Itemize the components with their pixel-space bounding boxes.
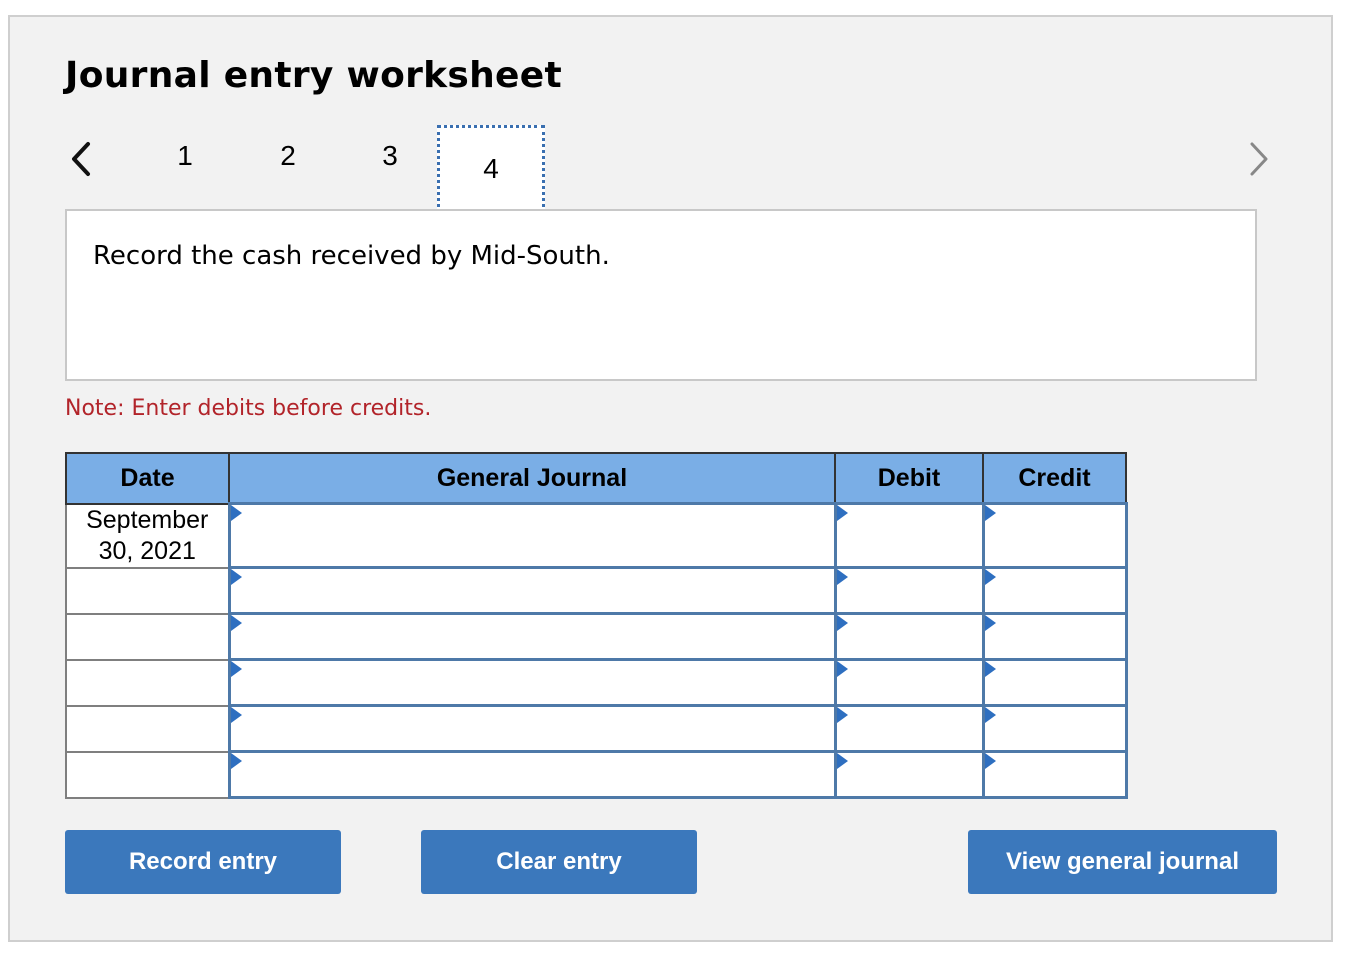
table-row [65,612,1128,661]
header-credit: Credit [982,452,1127,505]
debit-input-cell[interactable] [833,612,985,661]
table-row [65,566,1128,615]
dropdown-indicator-icon [230,569,242,585]
account-select-cell[interactable] [227,704,837,753]
debit-input-cell[interactable] [833,704,985,753]
credit-input-cell[interactable] [981,750,1128,799]
dropdown-indicator-icon [836,505,848,521]
dropdown-indicator-icon [984,569,996,585]
dropdown-indicator-icon [836,615,848,631]
credit-input-cell[interactable] [981,612,1128,661]
dropdown-indicator-icon [836,569,848,585]
dropdown-indicator-icon [836,661,848,677]
account-select-cell[interactable] [227,502,837,569]
chevron-right-icon [1250,142,1268,176]
dropdown-indicator-icon [230,615,242,631]
dropdown-indicator-icon [836,753,848,769]
dropdown-indicator-icon [230,707,242,723]
dropdown-indicator-icon [230,505,242,521]
account-select-cell[interactable] [227,750,837,799]
credit-input-cell[interactable] [981,502,1128,569]
account-select-cell[interactable] [227,658,837,707]
table-header-row: Date General Journal Debit Credit [65,452,1127,505]
table-row [65,704,1128,753]
dropdown-indicator-icon [984,707,996,723]
step-tab-2[interactable]: 2 [268,140,308,172]
table-row [65,658,1128,707]
date-cell [65,750,230,799]
step-tab-3[interactable]: 3 [370,140,410,172]
instruction-text: Record the cash received by Mid-South. [93,241,610,271]
journal-table: Date General Journal Debit Credit Septem… [65,452,1128,799]
date-cell [65,704,230,753]
dropdown-indicator-icon [230,661,242,677]
view-general-journal-button[interactable]: View general journal [968,830,1277,894]
step-tab-1[interactable]: 1 [165,140,205,172]
previous-step-button[interactable] [60,138,100,180]
step-tab-4-label: 4 [483,153,499,184]
chevron-left-icon [72,142,90,176]
credit-input-cell[interactable] [981,658,1128,707]
dropdown-indicator-icon [836,707,848,723]
header-debit: Debit [834,452,984,505]
next-step-button[interactable] [1240,138,1280,180]
dropdown-indicator-icon [230,753,242,769]
header-general-journal: General Journal [228,452,836,505]
clear-entry-button[interactable]: Clear entry [421,830,697,894]
date-cell [65,612,230,661]
account-select-cell[interactable] [227,612,837,661]
page-title: Journal entry worksheet [65,55,562,96]
dropdown-indicator-icon [984,661,996,677]
header-date: Date [65,452,230,505]
credit-input-cell[interactable] [981,704,1128,753]
step-tab-4-active[interactable]: 4 [437,125,545,213]
account-select-cell[interactable] [227,566,837,615]
debit-input-cell[interactable] [833,566,985,615]
dropdown-indicator-icon [984,505,996,521]
dropdown-indicator-icon [984,753,996,769]
date-cell [65,566,230,615]
credit-input-cell[interactable] [981,566,1128,615]
note-text: Note: Enter debits before credits. [65,396,432,421]
table-row: September 30, 2021 [65,502,1128,569]
dropdown-indicator-icon [984,615,996,631]
debit-input-cell[interactable] [833,502,985,569]
debit-input-cell[interactable] [833,750,985,799]
date-cell: September 30, 2021 [65,502,230,569]
record-entry-button[interactable]: Record entry [65,830,341,894]
debit-input-cell[interactable] [833,658,985,707]
table-row [65,750,1128,799]
date-cell [65,658,230,707]
instruction-box: Record the cash received by Mid-South. [65,209,1257,381]
